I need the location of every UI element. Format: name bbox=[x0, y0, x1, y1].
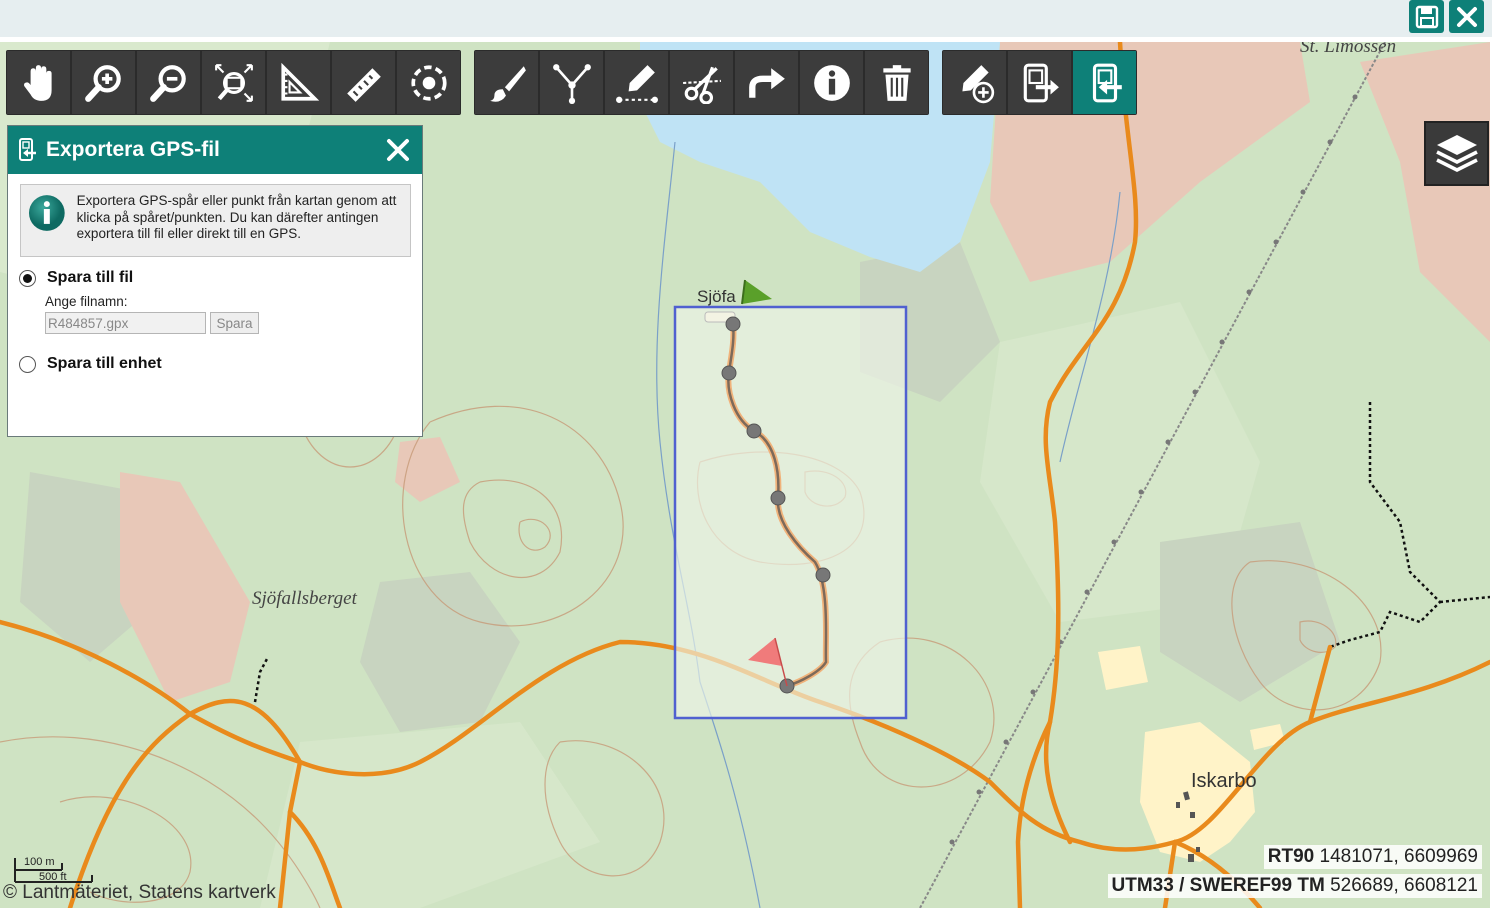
export-gps-panel: Exportera GPS-fil Exportera GPS-spår ell… bbox=[7, 125, 423, 437]
draw-button[interactable] bbox=[475, 51, 538, 114]
save-to-device-option[interactable]: Spara till enhet bbox=[19, 355, 162, 373]
add-gps-point-button[interactable] bbox=[943, 51, 1006, 114]
save-to-file-option[interactable]: Spara till fil bbox=[19, 269, 133, 287]
export-gps-button[interactable] bbox=[1073, 51, 1136, 114]
panel-title: Exportera GPS-fil bbox=[46, 138, 220, 161]
map-attribution: © Lantmäteriet, Statens kartverk bbox=[3, 882, 276, 903]
track-point[interactable] bbox=[721, 365, 737, 381]
info-text: Exportera GPS-spår eller punkt från kart… bbox=[76, 193, 397, 241]
export-gps-small-icon bbox=[19, 138, 36, 161]
delete-button[interactable] bbox=[865, 51, 928, 114]
scale-metric: 100 m bbox=[24, 856, 55, 868]
coords-sweref-value: 526689, 6608121 bbox=[1330, 875, 1478, 896]
edit-line-button[interactable] bbox=[605, 51, 668, 114]
navigation-toolbar bbox=[6, 50, 461, 115]
save-top-button[interactable] bbox=[1409, 0, 1444, 33]
track-point[interactable] bbox=[725, 316, 741, 332]
radius-icon bbox=[410, 64, 447, 101]
coords-rt90: RT90 1481071, 6609969 bbox=[1263, 845, 1482, 869]
info-button[interactable] bbox=[800, 51, 863, 114]
draw-brush-icon bbox=[489, 65, 526, 102]
redo-arrow-icon bbox=[748, 67, 785, 98]
add-gps-point-icon bbox=[961, 64, 994, 103]
radius-button[interactable] bbox=[397, 51, 460, 114]
save-to-device-radio[interactable] bbox=[19, 355, 36, 373]
export-gps-icon bbox=[1092, 63, 1122, 102]
edit-line-icon bbox=[615, 64, 658, 103]
selection-rectangle[interactable] bbox=[673, 305, 908, 720]
panel-header: Exportera GPS-fil bbox=[8, 126, 422, 174]
close-app-button[interactable] bbox=[1449, 0, 1484, 33]
import-gps-icon bbox=[1023, 63, 1059, 102]
filename-input[interactable] bbox=[45, 312, 206, 334]
zoom-in-icon bbox=[84, 64, 121, 102]
zoom-extent-icon bbox=[214, 63, 253, 102]
info-icon bbox=[813, 64, 850, 101]
coords-sweref: UTM33 / SWEREF99 TM 526689, 6608121 bbox=[1107, 874, 1482, 898]
scale-bar: 100 m 500 ft bbox=[14, 855, 94, 885]
save-file-button[interactable]: Spara bbox=[210, 312, 259, 334]
zoom-in-button[interactable] bbox=[72, 51, 135, 114]
place-iskarbo: Iskarbo bbox=[1191, 770, 1257, 792]
cut-button[interactable] bbox=[670, 51, 733, 114]
measure-area-button[interactable] bbox=[267, 51, 330, 114]
save-to-device-label: Spara till enhet bbox=[47, 355, 162, 372]
pan-tool-button[interactable] bbox=[7, 51, 70, 114]
track-point[interactable] bbox=[770, 490, 786, 506]
split-line-button[interactable] bbox=[540, 51, 603, 114]
zoom-out-button[interactable] bbox=[137, 51, 200, 114]
measure-distance-icon bbox=[346, 67, 381, 102]
track-point[interactable] bbox=[815, 567, 831, 583]
filename-label: Ange filnamn: bbox=[45, 294, 128, 309]
measure-area-icon bbox=[280, 62, 319, 101]
import-gps-button[interactable] bbox=[1008, 51, 1071, 114]
close-icon bbox=[387, 139, 409, 161]
track-point[interactable] bbox=[746, 423, 762, 439]
coords-rt90-value: 1481071, 6609969 bbox=[1319, 846, 1479, 867]
pan-hand-icon bbox=[23, 64, 52, 101]
close-icon bbox=[1456, 6, 1477, 27]
layers-button[interactable] bbox=[1424, 121, 1489, 186]
cut-scissors-icon bbox=[682, 66, 721, 104]
floppy-disk-icon bbox=[1415, 5, 1438, 28]
coords-sweref-system: UTM33 / SWEREF99 TM bbox=[1111, 875, 1325, 896]
info-icon bbox=[28, 195, 65, 231]
panel-close-button[interactable] bbox=[384, 136, 412, 164]
top-bar bbox=[0, 0, 1492, 37]
zoom-extent-button[interactable] bbox=[202, 51, 265, 114]
editing-toolbar bbox=[474, 50, 929, 115]
coords-rt90-system: RT90 bbox=[1267, 846, 1315, 867]
info-box: Exportera GPS-spår eller punkt från kart… bbox=[20, 184, 411, 257]
save-to-file-label: Spara till fil bbox=[47, 269, 134, 286]
split-line-icon bbox=[552, 63, 591, 104]
save-to-file-radio[interactable] bbox=[19, 269, 36, 287]
place-sjofa: Sjöfa bbox=[697, 287, 736, 306]
layers-icon bbox=[1435, 134, 1478, 172]
place-sjofallsberget: Sjöfallsberget bbox=[252, 588, 357, 609]
place-st-limossen: St. Limossen bbox=[1300, 42, 1397, 57]
measure-distance-button[interactable] bbox=[332, 51, 395, 114]
redo-button[interactable] bbox=[735, 51, 798, 114]
gps-toolbar bbox=[942, 50, 1137, 115]
delete-trash-icon bbox=[882, 64, 911, 101]
zoom-out-icon bbox=[149, 64, 186, 102]
